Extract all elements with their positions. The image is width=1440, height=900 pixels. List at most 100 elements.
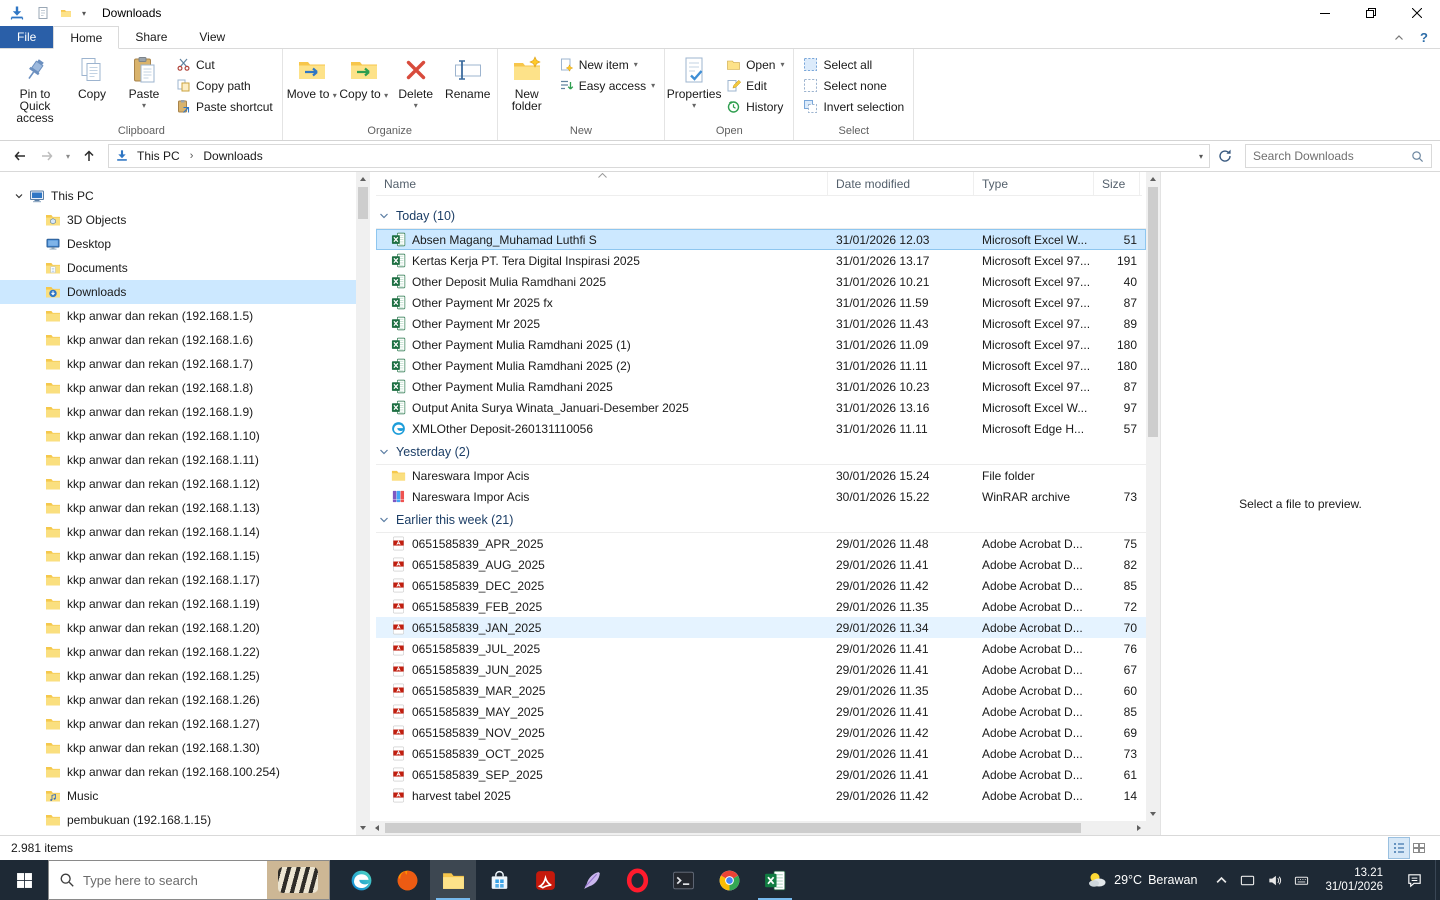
search-icon[interactable]: [1411, 150, 1424, 163]
store-taskbar-icon[interactable]: [476, 860, 522, 900]
help-icon[interactable]: ?: [1420, 30, 1428, 45]
paste-button[interactable]: Paste ▾: [118, 51, 170, 109]
sidebar-item[interactable]: kkp anwar dan rekan (192.168.1.17): [0, 568, 370, 592]
action-center-button[interactable]: [1393, 860, 1435, 900]
taskbar-search-input[interactable]: [83, 873, 259, 888]
scroll-right-icon[interactable]: [1132, 821, 1146, 835]
move-to-button[interactable]: Move to ▾: [286, 51, 338, 100]
up-button[interactable]: [77, 144, 101, 168]
breadcrumb-downloads[interactable]: Downloads: [200, 147, 265, 165]
taskbar-search[interactable]: [48, 860, 330, 900]
copy-button[interactable]: Copy: [66, 51, 118, 100]
new-item-button[interactable]: New item ▾: [553, 54, 661, 75]
sidebar-item[interactable]: 3D Objects: [0, 208, 370, 232]
collapse-group-icon[interactable]: [379, 515, 389, 525]
select-none-button[interactable]: Select none: [797, 75, 910, 96]
explorer-taskbar-icon[interactable]: [430, 860, 476, 900]
weather-widget[interactable]: 29°C Berawan: [1075, 860, 1208, 900]
file-row[interactable]: Other Payment Mulia Ramdhani 2025 (2)31/…: [376, 355, 1146, 376]
file-row[interactable]: 0651585839_JUN_202529/01/2026 11.41Adobe…: [376, 659, 1146, 680]
scroll-down-icon[interactable]: [356, 821, 370, 835]
qat-customize-chevron-icon[interactable]: ▾: [82, 9, 86, 18]
address-dropdown-icon[interactable]: ▾: [1199, 152, 1203, 161]
group-header[interactable]: Earlier this week (21): [376, 507, 1146, 533]
file-row[interactable]: 0651585839_DEC_202529/01/2026 11.42Adobe…: [376, 575, 1146, 596]
scrollbar-thumb[interactable]: [385, 823, 1081, 833]
chevron-right-icon[interactable]: ›: [188, 150, 196, 162]
file-row[interactable]: 0651585839_AUG_202529/01/2026 11.41Adobe…: [376, 554, 1146, 575]
recent-locations-chevron-icon[interactable]: ▾: [62, 152, 74, 161]
sidebar-item[interactable]: Music: [0, 784, 370, 808]
column-header-size[interactable]: Size: [1094, 172, 1140, 195]
sidebar-item[interactable]: kkp anwar dan rekan (192.168.1.19): [0, 592, 370, 616]
scroll-up-icon[interactable]: [1146, 172, 1160, 186]
file-row[interactable]: 0651585839_OCT_202529/01/2026 11.41Adobe…: [376, 743, 1146, 764]
file-row[interactable]: Nareswara Impor Acis30/01/2026 15.24File…: [376, 465, 1146, 486]
tab-home[interactable]: Home: [53, 26, 119, 49]
clock[interactable]: 13.21 31/01/2026: [1315, 860, 1393, 900]
minimize-ribbon-icon[interactable]: [1394, 33, 1404, 43]
scroll-down-icon[interactable]: [1146, 807, 1160, 821]
select-all-button[interactable]: Select all: [797, 54, 910, 75]
copy-path-button[interactable]: Copy path: [170, 75, 279, 96]
sidebar-item[interactable]: Documents: [0, 256, 370, 280]
show-desktop-button[interactable]: [1435, 860, 1440, 900]
file-list-scrollbar[interactable]: [1146, 172, 1160, 821]
sidebar-scrollbar[interactable]: [356, 172, 370, 835]
file-row[interactable]: Output Anita Surya Winata_Januari-Desemb…: [376, 397, 1146, 418]
file-row[interactable]: 0651585839_APR_202529/01/2026 11.48Adobe…: [376, 533, 1146, 554]
open-button[interactable]: Open ▾: [720, 54, 790, 75]
file-row[interactable]: 0651585839_JAN_202529/01/2026 11.34Adobe…: [376, 617, 1146, 638]
thumbnails-view-button[interactable]: [1409, 838, 1429, 858]
sidebar-item[interactable]: kkp anwar dan rekan (192.168.1.10): [0, 424, 370, 448]
address-bar[interactable]: This PC › Downloads ▾: [108, 144, 1210, 168]
file-row[interactable]: Other Payment Mulia Ramdhani 2025 (1)31/…: [376, 334, 1146, 355]
restore-button[interactable]: [1348, 0, 1394, 26]
breadcrumb-this-pc[interactable]: This PC: [134, 147, 183, 165]
hidden-icons-chevron-icon[interactable]: [1208, 860, 1234, 900]
keyboard-icon[interactable]: [1288, 860, 1315, 900]
sidebar-item[interactable]: kkp anwar dan rekan (192.168.1.8): [0, 376, 370, 400]
sidebar-item[interactable]: kkp anwar dan rekan (192.168.1.11): [0, 448, 370, 472]
sidebar-item[interactable]: kkp anwar dan rekan (192.168.1.15): [0, 544, 370, 568]
start-button[interactable]: [0, 860, 48, 900]
group-header[interactable]: Yesterday (2): [376, 439, 1146, 465]
scroll-left-icon[interactable]: [370, 821, 384, 835]
sidebar-item[interactable]: kkp anwar dan rekan (192.168.1.9): [0, 400, 370, 424]
file-row[interactable]: 0651585839_FEB_202529/01/2026 11.35Adobe…: [376, 596, 1146, 617]
refresh-button[interactable]: [1213, 144, 1237, 168]
qat-new-folder-icon[interactable]: [59, 6, 73, 20]
file-row[interactable]: 0651585839_MAR_202529/01/2026 11.35Adobe…: [376, 680, 1146, 701]
volume-icon[interactable]: [1261, 860, 1288, 900]
sidebar-item[interactable]: This PC: [0, 184, 370, 208]
terminal-taskbar-icon[interactable]: [660, 860, 706, 900]
file-row[interactable]: 0651585839_NOV_202529/01/2026 11.42Adobe…: [376, 722, 1146, 743]
tab-file[interactable]: File: [0, 26, 53, 48]
edit-button[interactable]: Edit: [720, 75, 790, 96]
sidebar-item[interactable]: kkp anwar dan rekan (192.168.1.5): [0, 304, 370, 328]
file-row[interactable]: Other Payment Mr 202531/01/2026 11.43Mic…: [376, 313, 1146, 334]
qat-properties-icon[interactable]: [36, 6, 50, 20]
opera-taskbar-icon[interactable]: [614, 860, 660, 900]
paste-shortcut-button[interactable]: Paste shortcut: [170, 96, 279, 117]
easy-access-button[interactable]: Easy access ▾: [553, 75, 661, 96]
sidebar-item[interactable]: kkp anwar dan rekan (192.168.1.20): [0, 616, 370, 640]
sidebar-item[interactable]: kkp anwar dan rekan (192.168.1.30): [0, 736, 370, 760]
sidebar-item[interactable]: kkp anwar dan rekan (192.168.1.12): [0, 472, 370, 496]
column-header-date-modified[interactable]: Date modified: [828, 172, 974, 195]
chrome-taskbar-icon[interactable]: [706, 860, 752, 900]
display-tray-icon[interactable]: [1234, 860, 1261, 900]
tab-view[interactable]: View: [183, 26, 241, 48]
search-highlight-image[interactable]: [267, 861, 329, 899]
sidebar-item[interactable]: kkp anwar dan rekan (192.168.1.27): [0, 712, 370, 736]
forward-button[interactable]: [35, 144, 59, 168]
sidebar-item[interactable]: kkp anwar dan rekan (192.168.1.6): [0, 328, 370, 352]
file-row[interactable]: harvest tabel 202529/01/2026 11.42Adobe …: [376, 785, 1146, 806]
edge-taskbar-icon[interactable]: [338, 860, 384, 900]
firefox-taskbar-icon[interactable]: [384, 860, 430, 900]
collapse-group-icon[interactable]: [379, 447, 389, 457]
column-header-type[interactable]: Type: [974, 172, 1094, 195]
file-row[interactable]: Other Payment Mulia Ramdhani 202531/01/2…: [376, 376, 1146, 397]
file-row[interactable]: 0651585839_SEP_202529/01/2026 11.41Adobe…: [376, 764, 1146, 785]
sidebar-item[interactable]: kkp anwar dan rekan (192.168.100.254): [0, 760, 370, 784]
